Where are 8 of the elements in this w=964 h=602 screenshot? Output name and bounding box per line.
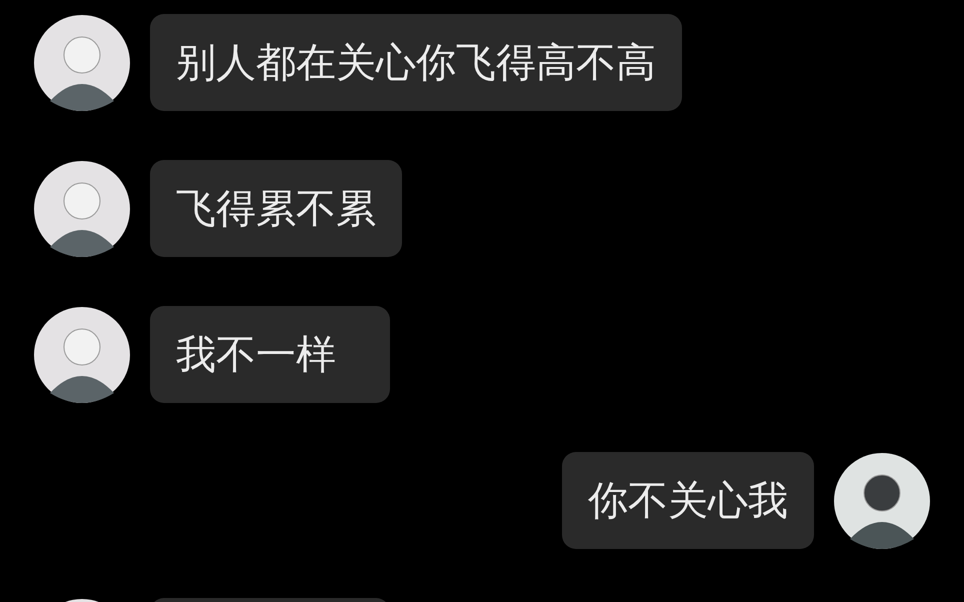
message-text: 我不一样 (176, 331, 336, 380)
avatar-icon (34, 160, 130, 256)
avatar-icon (34, 306, 130, 402)
message-text: 飞得累不累 (176, 185, 376, 234)
message-text: 别人都在关心你飞得高不高 (176, 39, 656, 88)
avatar-icon (34, 14, 130, 110)
message-text: 你不关心我 (588, 477, 788, 526)
avatar-icon (834, 452, 930, 548)
